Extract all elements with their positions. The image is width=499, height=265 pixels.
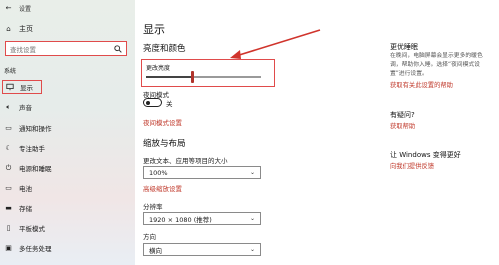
brightness-highlight: 更改亮度	[141, 59, 275, 87]
sidebar-item-label: 多任务处理	[19, 245, 52, 253]
brightness-slider[interactable]	[146, 71, 261, 83]
sidebar-item-label: 电池	[19, 185, 32, 193]
feedback-link[interactable]: 向我们提供反馈	[390, 161, 434, 170]
resolution-dropdown[interactable]: 1920 × 1080 (推荐) ⌄	[143, 212, 261, 225]
resolution-label: 分辨率	[143, 203, 163, 211]
sidebar-item-label: 专注助手	[19, 145, 45, 153]
sidebar-item-label: 通知和操作	[19, 125, 52, 133]
scale-label: 更改文本、应用等项目的大小	[143, 157, 228, 165]
get-help-link[interactable]: 获取帮助	[390, 121, 415, 130]
sleep-description: 在晚间，电脑屏幕会显示更多的暖色调，帮助你入睡。选择“夜间模式设置”进行设置。	[390, 53, 483, 77]
back-arrow-icon[interactable]: ←	[4, 4, 13, 13]
multitask-icon: ▣	[5, 244, 12, 252]
sidebar-item-power[interactable]: ⏻ 电源和睡眠	[4, 161, 52, 175]
orientation-dropdown[interactable]: 横向 ⌄	[143, 243, 261, 256]
sidebar-item-battery[interactable]: ▭ 电池	[4, 181, 32, 195]
search-input[interactable]: 查找设置	[5, 41, 127, 56]
section-title-scale: 缩放与布局	[143, 139, 186, 149]
power-icon: ⏻	[5, 163, 12, 172]
sidebar-item-tablet[interactable]: ▯ 平板模式	[4, 221, 45, 235]
sidebar-item-label: 电源和睡眠	[19, 165, 52, 173]
chevron-down-icon: ⌄	[249, 169, 255, 176]
title-bar: ← 设置	[4, 3, 31, 13]
chevron-down-icon: ⌄	[249, 215, 255, 222]
question-title: 有疑问?	[390, 111, 415, 119]
advanced-scaling-link[interactable]: 高级缩放设置	[143, 183, 182, 193]
orientation-label: 方向	[143, 233, 156, 241]
section-title-brightness: 亮度和颜色	[143, 44, 186, 54]
brightness-label: 更改亮度	[146, 65, 171, 72]
battery-icon: ▭	[5, 184, 12, 192]
sidebar-item-label: 平板模式	[19, 225, 45, 233]
window-title: 设置	[19, 5, 32, 13]
search-placeholder: 查找设置	[10, 45, 36, 54]
notification-icon: ▭	[5, 124, 12, 132]
tablet-icon: ▯	[6, 224, 11, 232]
night-light-settings-link[interactable]: 夜间模式设置	[143, 117, 182, 127]
storage-icon: ▬	[5, 204, 12, 212]
resolution-value: 1920 × 1080 (推荐)	[149, 215, 212, 224]
related-info-panel: 更优睡眠 在晚间，电脑屏幕会显示更多的暖色调，帮助你入睡。选择“夜间模式设置”进…	[390, 0, 495, 265]
sleep-help-link[interactable]: 获取有关此设置的帮助	[390, 80, 453, 89]
sidebar-item-label: 主页	[19, 25, 33, 33]
scale-dropdown[interactable]: 100% ⌄	[143, 166, 261, 179]
sidebar-item-display[interactable]: 显示	[2, 80, 42, 94]
sidebar: ← 设置 ⌂ 主页 查找设置 系统 显示 🔈︎ 声音 ▭ 通知和操作 ☾ 专注助…	[0, 0, 135, 265]
brightness-slider-fill	[146, 76, 192, 78]
search-icon	[114, 44, 122, 53]
toggle-knob	[146, 100, 150, 105]
monitor-icon	[5, 83, 14, 92]
sidebar-item-label: 存储	[19, 205, 32, 213]
sidebar-item-multitasking[interactable]: ▣ 多任务处理	[4, 241, 52, 255]
speaker-icon: 🔈︎	[6, 102, 11, 111]
moon-icon: ☾	[5, 144, 12, 152]
scale-value: 100%	[149, 168, 168, 177]
sleep-title: 更优睡眠	[390, 43, 418, 51]
improve-windows-title: 让 Windows 变得更好	[390, 151, 461, 159]
sidebar-item-storage[interactable]: ▬ 存储	[4, 201, 32, 215]
chevron-down-icon: ⌄	[249, 246, 255, 253]
section-label-system: 系统	[4, 68, 17, 75]
sidebar-item-focus[interactable]: ☾ 专注助手	[4, 141, 45, 155]
sidebar-item-sound[interactable]: 🔈︎ 声音	[4, 100, 32, 114]
sidebar-item-notifications[interactable]: ▭ 通知和操作	[4, 121, 52, 135]
sidebar-item-label: 声音	[19, 104, 32, 112]
sidebar-item-label: 显示	[20, 84, 33, 92]
orientation-value: 横向	[149, 246, 162, 255]
home-icon: ⌂	[6, 25, 11, 33]
page-title: 显示	[143, 23, 165, 36]
sidebar-item-home[interactable]: ⌂ 主页	[4, 24, 33, 34]
brightness-slider-thumb[interactable]	[190, 71, 194, 83]
night-light-toggle[interactable]	[143, 98, 162, 107]
night-light-state: 关	[166, 100, 173, 108]
